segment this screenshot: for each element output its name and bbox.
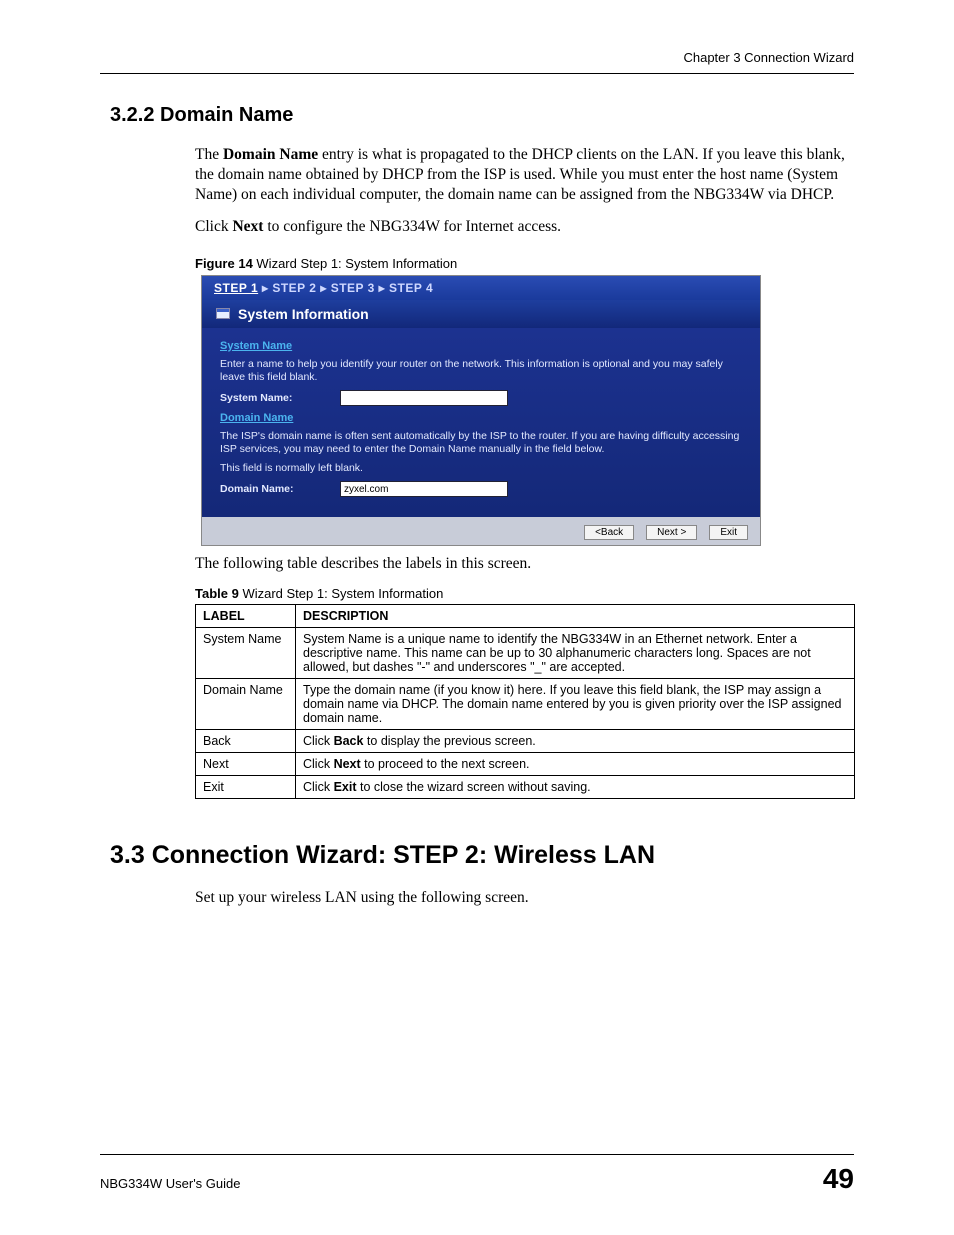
bold-next: Next	[232, 218, 263, 235]
wizard-screenshot: STEP 1 ▸ STEP 2 ▸ STEP 3 ▸ STEP 4 System…	[201, 275, 761, 547]
figure-14-caption: Figure 14 Wizard Step 1: System Informat…	[195, 256, 854, 271]
wizard-title-bar: System Information	[202, 300, 760, 328]
text: Click	[303, 780, 334, 794]
cell-label: Exit	[196, 776, 296, 799]
bold-exit: Exit	[334, 780, 357, 794]
text: to proceed to the next screen.	[361, 757, 530, 771]
page-number: 49	[823, 1163, 854, 1195]
cell-label: Domain Name	[196, 679, 296, 730]
table-label: Table 9	[195, 586, 239, 601]
figure-title: Wizard Step 1: System Information	[253, 256, 457, 271]
step-1: STEP 1	[214, 281, 258, 295]
running-header: Chapter 3 Connection Wizard	[100, 50, 854, 74]
wizard-title: System Information	[238, 306, 369, 322]
cell-desc: Click Next to proceed to the next screen…	[296, 753, 855, 776]
bold-back: Back	[334, 734, 364, 748]
cell-label: System Name	[196, 628, 296, 679]
domain-name-section: Domain Name	[220, 412, 742, 424]
table-title: Wizard Step 1: System Information	[239, 586, 443, 601]
page-footer: NBG334W User's Guide 49	[100, 1154, 854, 1195]
text: to close the wizard screen without savin…	[357, 780, 591, 794]
wizard-button-bar: <Back Next > Exit	[202, 517, 760, 545]
text: Click	[195, 218, 232, 235]
window-icon	[216, 308, 230, 319]
system-name-desc: Enter a name to help you identify your r…	[220, 358, 742, 384]
bold-next: Next	[334, 757, 361, 771]
step-sep: ▸	[375, 281, 389, 295]
domain-name-label: Domain Name:	[220, 483, 330, 495]
text: to display the previous screen.	[363, 734, 535, 748]
step-4: STEP 4	[389, 281, 433, 295]
para-322-2: Click Next to configure the NBG334W for …	[195, 217, 854, 237]
cell-label: Next	[196, 753, 296, 776]
cell-desc: Click Exit to close the wizard screen wi…	[296, 776, 855, 799]
table-9-caption: Table 9 Wizard Step 1: System Informatio…	[195, 586, 854, 601]
next-button[interactable]: Next >	[646, 525, 697, 540]
section-33-heading: 3.3 Connection Wizard: STEP 2: Wireless …	[110, 841, 854, 870]
system-name-input[interactable]	[340, 390, 508, 406]
step-3: STEP 3	[331, 281, 375, 295]
domain-name-desc2: This field is normally left blank.	[220, 462, 742, 475]
text: The	[195, 146, 223, 163]
bold-domain-name: Domain Name	[223, 146, 318, 163]
table-row: Next Click Next to proceed to the next s…	[196, 753, 855, 776]
step-sep: ▸	[316, 281, 330, 295]
cell-label: Back	[196, 730, 296, 753]
domain-name-desc1: The ISP's domain name is often sent auto…	[220, 430, 742, 456]
exit-button[interactable]: Exit	[709, 525, 748, 540]
section-322-heading: 3.2.2 Domain Name	[110, 104, 854, 127]
cell-desc: System Name is a unique name to identify…	[296, 628, 855, 679]
wizard-body: System Name Enter a name to help you ide…	[202, 328, 760, 518]
table-row: Domain Name Type the domain name (if you…	[196, 679, 855, 730]
para-33-1: Set up your wireless LAN using the follo…	[195, 888, 854, 908]
th-description: DESCRIPTION	[296, 605, 855, 628]
cell-desc: Click Back to display the previous scree…	[296, 730, 855, 753]
figure-label: Figure 14	[195, 256, 253, 271]
domain-name-input[interactable]	[340, 481, 508, 497]
cell-desc: Type the domain name (if you know it) he…	[296, 679, 855, 730]
wizard-step-bar: STEP 1 ▸ STEP 2 ▸ STEP 3 ▸ STEP 4	[202, 276, 760, 300]
back-button[interactable]: <Back	[584, 525, 634, 540]
th-label: LABEL	[196, 605, 296, 628]
table-row: Back Click Back to display the previous …	[196, 730, 855, 753]
footer-guide: NBG334W User's Guide	[100, 1176, 240, 1191]
table-9: LABEL DESCRIPTION System Name System Nam…	[195, 604, 855, 799]
text: Click	[303, 757, 334, 771]
step-sep: ▸	[258, 281, 272, 295]
system-name-section: System Name	[220, 340, 742, 352]
para-322-1: The Domain Name entry is what is propaga…	[195, 145, 854, 205]
text: to configure the NBG334W for Internet ac…	[263, 218, 561, 235]
text: Click	[303, 734, 334, 748]
post-figure-text: The following table describes the labels…	[195, 554, 854, 574]
table-row: System Name System Name is a unique name…	[196, 628, 855, 679]
step-2: STEP 2	[272, 281, 316, 295]
system-name-label: System Name:	[220, 392, 330, 404]
table-row: Exit Click Exit to close the wizard scre…	[196, 776, 855, 799]
